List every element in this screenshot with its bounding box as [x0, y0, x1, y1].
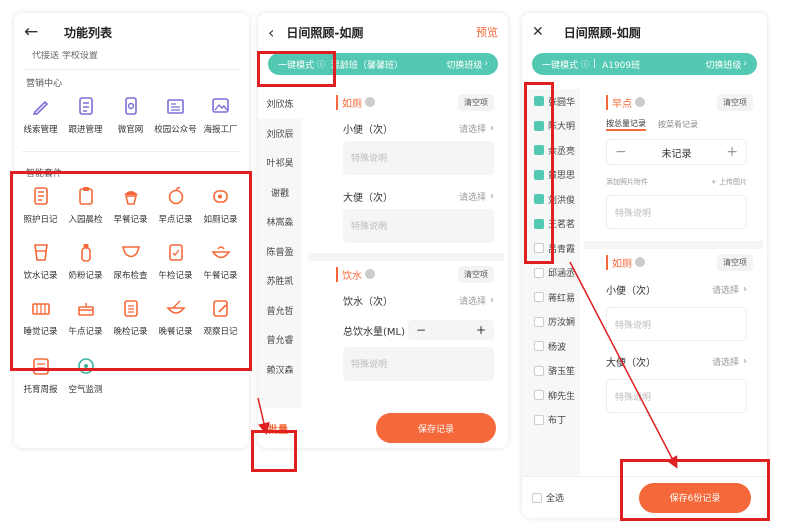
annotation-arrows — [257, 261, 678, 469]
arrow-to-batch — [257, 397, 270, 435]
arrow-to-save — [569, 261, 678, 469]
